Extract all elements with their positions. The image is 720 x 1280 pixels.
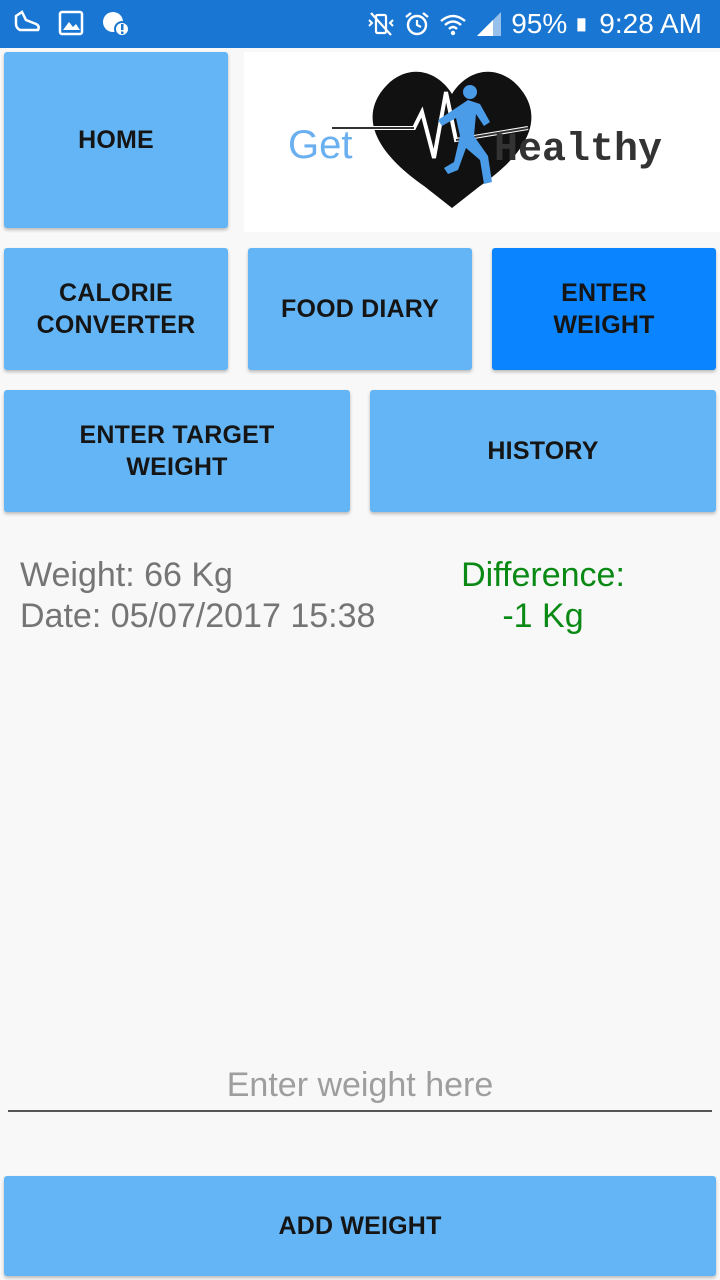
notification-shoe-icon	[14, 10, 40, 32]
get-healthy-logo: Get Healthy	[244, 52, 720, 232]
last-weight-text: Weight: 66 Kg	[20, 556, 233, 594]
system-status: 95% 9:28 AM	[367, 6, 702, 42]
logo-word-get: Get	[288, 123, 352, 167]
battery-icon	[577, 18, 586, 32]
calorie-converter-button[interactable]: CALORIE CONVERTER	[4, 248, 228, 370]
alert-icon	[103, 12, 130, 37]
home-button[interactable]: HOME	[4, 52, 228, 228]
weight-input[interactable]	[8, 1060, 712, 1112]
clock-time: 9:28 AM	[599, 8, 702, 39]
last-date-text: Date: 05/07/2017 15:38	[20, 597, 376, 635]
wifi-icon	[440, 14, 466, 36]
history-button[interactable]: HISTORY	[370, 390, 716, 512]
enter-weight-button[interactable]: ENTER WEIGHT	[492, 248, 716, 370]
notification-icons	[12, 8, 130, 38]
battery-percent: 95%	[511, 8, 568, 39]
alarm-icon	[405, 12, 429, 36]
gallery-icon	[58, 10, 84, 36]
difference-value: -1 Kg	[502, 597, 584, 635]
logo-word-healthy: Healthy	[494, 128, 662, 173]
status-bar: 95% 9:28 AM	[0, 0, 720, 48]
logo-graphic: Get Healthy	[288, 71, 662, 208]
difference-label: Difference:	[461, 556, 625, 594]
signal-icon	[477, 12, 502, 36]
vibrate-mute-icon	[368, 12, 394, 36]
enter-target-weight-button[interactable]: ENTER TARGET WEIGHT	[4, 390, 350, 512]
food-diary-button[interactable]: FOOD DIARY	[248, 248, 472, 370]
add-weight-button[interactable]: ADD WEIGHT	[4, 1176, 716, 1276]
